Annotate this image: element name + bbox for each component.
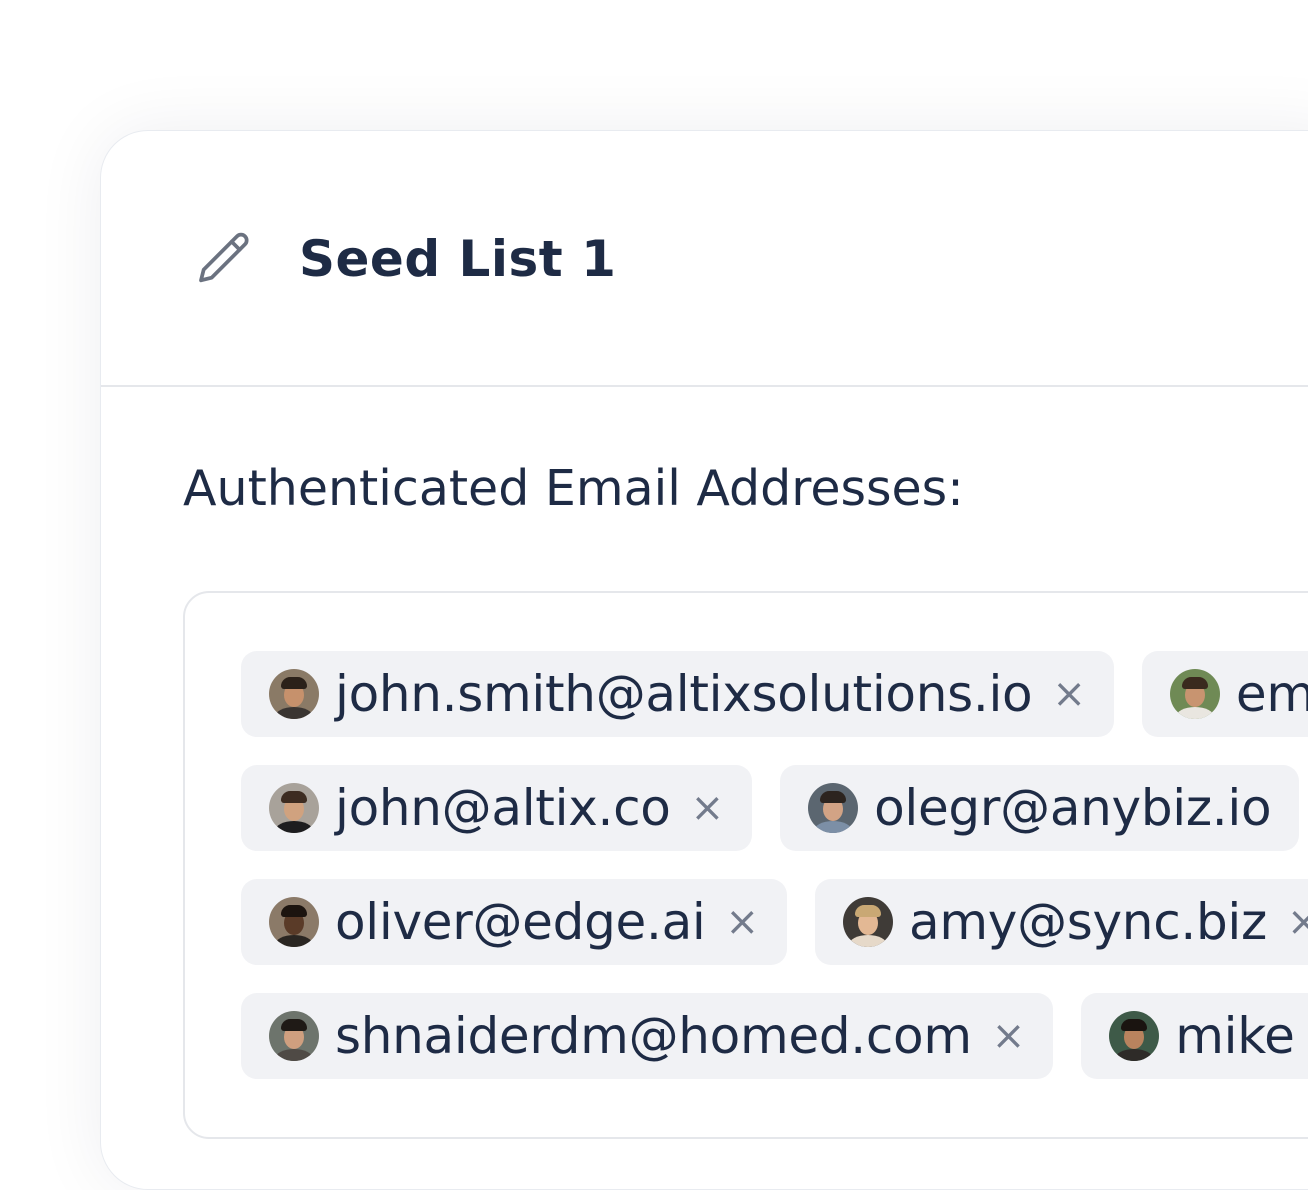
email-address: oliver@edge.ai bbox=[335, 893, 706, 951]
email-address: mike bbox=[1175, 1007, 1295, 1065]
avatar bbox=[269, 669, 319, 719]
email-chip[interactable]: oliver@edge.ai × bbox=[241, 879, 788, 965]
close-icon[interactable]: × bbox=[992, 993, 1026, 1079]
email-chip[interactable]: olegr@anybiz.io bbox=[780, 765, 1300, 851]
email-chip[interactable]: john@altix.co × bbox=[241, 765, 753, 851]
close-icon[interactable]: × bbox=[726, 879, 760, 965]
close-icon[interactable]: × bbox=[1052, 651, 1086, 737]
pencil-icon[interactable] bbox=[193, 227, 257, 291]
list-title: Seed List 1 bbox=[299, 230, 617, 288]
card-header: Seed List 1 bbox=[101, 131, 1308, 387]
close-icon[interactable]: × bbox=[691, 765, 725, 851]
email-chip[interactable]: em bbox=[1141, 651, 1308, 737]
email-tag-input[interactable]: john.smith@altixsolutions.io × em john@a… bbox=[183, 591, 1308, 1139]
email-address: john.smith@altixsolutions.io bbox=[335, 665, 1033, 723]
email-address: olegr@anybiz.io bbox=[874, 779, 1272, 837]
email-address: em bbox=[1235, 665, 1308, 723]
avatar bbox=[269, 1011, 319, 1061]
email-row: john.smith@altixsolutions.io × em bbox=[241, 651, 1308, 737]
email-row: oliver@edge.ai × amy@sync.biz × bbox=[241, 879, 1308, 965]
email-address: john@altix.co bbox=[335, 779, 671, 837]
avatar bbox=[269, 783, 319, 833]
email-address: amy@sync.biz bbox=[909, 893, 1267, 951]
avatar bbox=[808, 783, 859, 833]
email-chip[interactable]: amy@sync.biz × bbox=[815, 879, 1308, 965]
avatar bbox=[843, 897, 894, 947]
avatar bbox=[1109, 1011, 1160, 1061]
email-row: shnaiderdm@homed.com × mike bbox=[241, 993, 1308, 1079]
email-row: john@altix.co × olegr@anybiz.io bbox=[241, 765, 1300, 851]
email-chip[interactable]: mike bbox=[1081, 993, 1308, 1079]
email-address: shnaiderdm@homed.com bbox=[335, 1007, 972, 1065]
seed-list-card: Seed List 1 Authenticated Email Addresse… bbox=[100, 130, 1308, 1190]
email-chip[interactable]: shnaiderdm@homed.com × bbox=[241, 993, 1054, 1079]
close-icon[interactable]: × bbox=[1287, 879, 1308, 965]
section-label: Authenticated Email Addresses: bbox=[183, 460, 964, 517]
email-chip[interactable]: john.smith@altixsolutions.io × bbox=[241, 651, 1114, 737]
avatar bbox=[269, 897, 319, 947]
avatar bbox=[1169, 669, 1220, 719]
